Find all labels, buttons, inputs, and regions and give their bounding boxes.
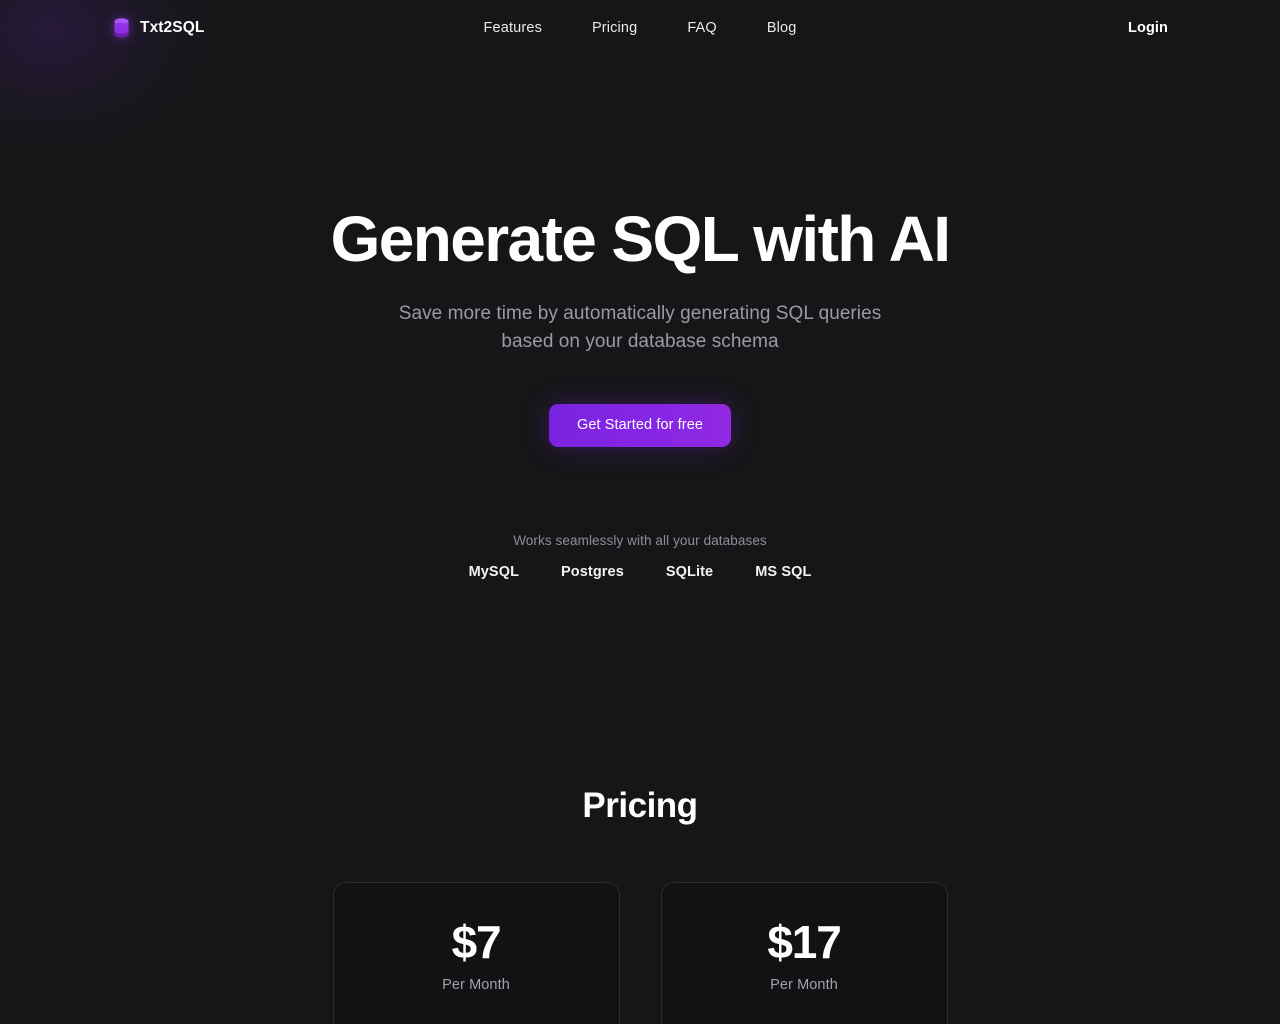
nav-item-faq[interactable]: FAQ: [687, 20, 716, 36]
hero-subtitle-line-2: based on your database schema: [501, 331, 779, 353]
pricing-card-pro[interactable]: $17 Per Month: [660, 882, 948, 1024]
pricing-amount: $17: [767, 916, 841, 969]
database-item-mysql: MySQL: [468, 564, 520, 581]
nav-item-features[interactable]: Features: [484, 20, 542, 36]
nav-item-blog[interactable]: Blog: [767, 20, 797, 36]
brand-name: Txt2SQL: [140, 18, 205, 36]
get-started-button[interactable]: Get Started for free: [548, 404, 732, 448]
pricing-title: Pricing: [582, 786, 698, 826]
databases-list: MySQL Postgres SQLite MS SQL: [469, 564, 812, 580]
pricing-period: Per Month: [770, 977, 838, 994]
supported-databases: Works seamlessly with all your databases…: [469, 533, 812, 580]
database-item-postgres: Postgres: [561, 564, 624, 581]
hero-title: Generate SQL with AI: [330, 203, 951, 275]
hero-section: Generate SQL with AI Save more time by a…: [0, 55, 1280, 580]
database-item-mssql: MS SQL: [755, 564, 812, 581]
header-actions: Login: [1128, 20, 1168, 36]
login-link[interactable]: Login: [1128, 20, 1168, 36]
pricing-section: Pricing $7 Per Month $17 Per Month: [0, 786, 1280, 1024]
hero-subtitle: Save more time by automatically generati…: [399, 300, 882, 356]
pricing-card-basic[interactable]: $7 Per Month: [332, 882, 620, 1024]
pricing-period: Per Month: [442, 977, 510, 994]
database-icon: [112, 17, 131, 39]
pricing-cards: $7 Per Month $17 Per Month: [0, 882, 1280, 1024]
pricing-amount: $7: [451, 916, 502, 969]
site-header: Txt2SQL Features Pricing FAQ Blog Login: [0, 0, 1280, 55]
brand-logo-link[interactable]: Txt2SQL: [112, 17, 204, 39]
hero-subtitle-line-1: Save more time by automatically generati…: [398, 303, 882, 325]
database-item-sqlite: SQLite: [665, 564, 714, 581]
nav-item-pricing[interactable]: Pricing: [592, 20, 637, 36]
databases-caption: Works seamlessly with all your databases: [513, 533, 767, 549]
hero-cta-wrapper: Get Started for free: [548, 404, 732, 448]
